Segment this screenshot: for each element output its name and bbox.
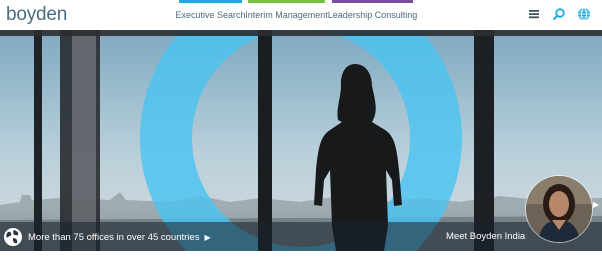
offices-link[interactable]: More than 75 offices in over 45 countrie…: [3, 224, 211, 250]
nav-accent-bar: [332, 0, 413, 3]
hero-banner: [0, 30, 602, 251]
nav-interim-management[interactable]: Interim Management: [245, 0, 328, 30]
nav-label: Executive Search: [175, 10, 246, 20]
page-below-hero: [0, 251, 602, 279]
play-arrow-icon[interactable]: ▶: [593, 200, 599, 209]
nav-leadership-consulting[interactable]: Leadership Consulting: [328, 0, 417, 30]
nav-accent-bar: [248, 0, 325, 3]
world-globe-icon: [4, 228, 22, 246]
boyden-logo[interactable]: boyden: [6, 4, 67, 26]
offices-text: More than 75 offices in over 45 countrie…: [28, 231, 200, 243]
globe-icon[interactable]: [577, 7, 591, 21]
nav-label: Leadership Consulting: [327, 10, 418, 20]
meet-boyden-india-link[interactable]: Meet Boyden India: [446, 231, 525, 242]
meet-boyden-india-avatar[interactable]: [525, 175, 593, 243]
search-icon[interactable]: [552, 7, 566, 21]
nav-label: Interim Management: [245, 10, 328, 20]
hero-background-image: [0, 30, 602, 251]
nav-executive-search[interactable]: Executive Search: [175, 0, 246, 30]
avatar-portrait: [526, 176, 592, 242]
menu-icon[interactable]: [527, 7, 541, 21]
site-header: boyden Executive Search Interim Manageme…: [0, 0, 602, 30]
offices-arrow-icon: ▶: [204, 232, 211, 242]
nav-accent-bar: [179, 0, 242, 3]
